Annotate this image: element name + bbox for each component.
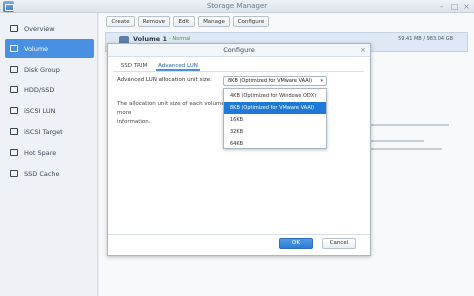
sidebar-item-hot-spare[interactable]: Hot Spare [5,143,94,162]
sidebar-item-label: Hot Spare [24,148,57,157]
sidebar-item-label: iSCSI Target [24,127,63,136]
edit-button[interactable]: Edit [173,16,195,27]
sidebar-item-ssd-cache[interactable]: SSD Cache [5,164,94,183]
allocation-unit-dropdown: 4KB (Optimized for Windows ODX) 8KB (Opt… [223,88,327,149]
sidebar: Overview Volume Disk Group HDD/SSD iSCSI… [0,13,98,296]
sidebar-item-overview[interactable]: Overview [5,19,94,38]
tab-advanced-lun[interactable]: Advanced LUN [156,61,200,71]
manage-button[interactable]: Manage [198,16,230,27]
description-line2: information. [117,119,151,125]
target-icon [9,127,19,137]
allocation-unit-select[interactable]: 8KB (Optimized for VMware VAAI) ▾ [223,76,327,86]
configure-dialog: Configure × SSD TRIM Advanced LUN Advanc… [107,43,371,256]
disk-group-icon [9,65,19,75]
dialog-title: Configure [108,44,370,57]
overview-icon [9,24,19,34]
option-4kb[interactable]: 4KB (Optimized for Windows ODX) [224,90,326,102]
option-16kb[interactable]: 16KB [224,114,326,126]
sidebar-item-label: Overview [24,24,55,33]
remove-button[interactable]: Remove [138,16,170,27]
sidebar-item-label: HDD/SSD [24,85,55,94]
hot-spare-icon [9,148,19,158]
dialog-footer-divider [108,234,370,235]
option-32kb[interactable]: 32KB [224,126,326,138]
sidebar-item-label: Disk Group [24,65,60,74]
volume-status: - Normal [169,36,191,42]
sidebar-item-hdd-ssd[interactable]: HDD/SSD [5,80,94,99]
volume-name: Volume 1 [133,35,167,43]
sidebar-item-iscsi-lun[interactable]: iSCSI LUN [5,101,94,120]
maximize-icon[interactable]: □ [450,2,459,11]
description-end: more [117,110,132,116]
option-8kb[interactable]: 8KB (Optimized for VMware VAAI) [224,102,326,114]
sidebar-item-volume[interactable]: Volume [5,39,94,58]
chevron-down-icon: ▾ [320,78,323,84]
selected-value: 8KB (Optimized for VMware VAAI) [228,78,313,84]
tab-ssd-trim[interactable]: SSD TRIM [116,61,152,71]
create-button[interactable]: Create [106,16,135,27]
volume-size: 59.41 MB / 983.04 GB [398,36,453,42]
ok-button[interactable]: OK [279,238,313,249]
description-start: The allocation unit size of each volume … [117,101,237,107]
minimize-icon[interactable]: – [437,2,446,11]
window-titlebar: Storage Manager – □ × [0,0,474,13]
option-64kb[interactable]: 64KB [224,138,326,150]
sidebar-item-label: Volume [24,44,49,53]
dialog-close-icon[interactable]: × [360,46,366,54]
sidebar-item-label: SSD Cache [24,169,60,178]
lun-icon [9,106,19,116]
volume-icon [9,44,19,54]
sidebar-item-label: iSCSI LUN [24,106,56,115]
window-title: Storage Manager [206,2,268,10]
close-icon[interactable]: × [462,2,471,11]
tab-divider [113,71,364,72]
ssd-cache-icon [9,169,19,179]
configure-button[interactable]: Configure [233,16,269,27]
sidebar-item-disk-group[interactable]: Disk Group [5,60,94,79]
hdd-icon [9,85,19,95]
cancel-button[interactable]: Cancel [322,238,356,249]
sidebar-item-iscsi-target[interactable]: iSCSI Target [5,122,94,141]
allocation-unit-label: Advanced LUN allocation unit size: [117,77,212,83]
